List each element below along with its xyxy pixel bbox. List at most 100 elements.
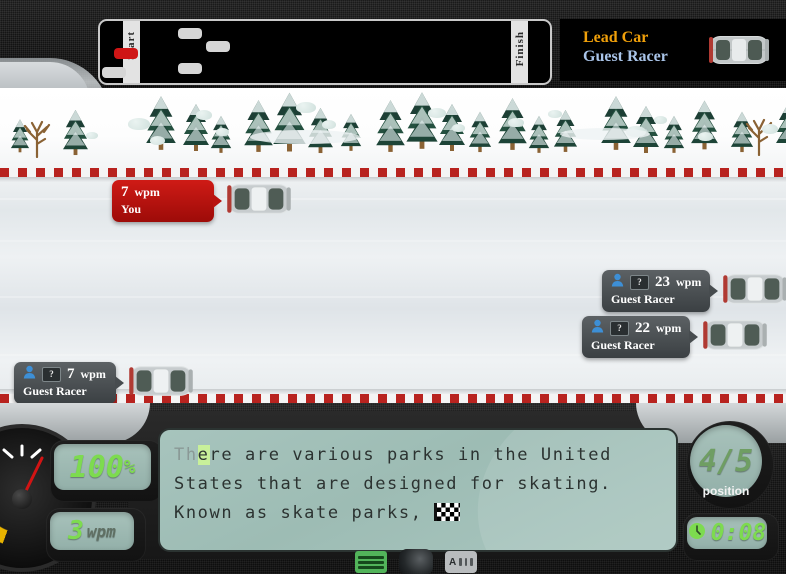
pine-tree-icon xyxy=(600,94,632,156)
minimap-marker-racer-d xyxy=(102,67,126,78)
snow-rock-icon xyxy=(216,128,229,136)
snow-rock-icon xyxy=(762,124,778,134)
snow-rock-icon xyxy=(296,102,316,113)
position-label: position xyxy=(702,484,750,498)
racer-badge: 7 wpm You xyxy=(112,180,222,222)
accuracy-pod: 100% xyxy=(50,440,163,502)
typing-text: There are various parks in the United St… xyxy=(160,430,676,539)
racer-name: Guest Racer xyxy=(611,292,675,306)
car-top-view-icon xyxy=(708,33,770,72)
racer-wpm-value: 7 xyxy=(121,184,129,200)
snow-rock-icon xyxy=(196,110,212,120)
timer-display: 0:08 xyxy=(687,517,767,549)
clock-icon xyxy=(688,522,706,545)
racer-badge: ? 7 wpm Guest Racer xyxy=(14,362,124,404)
racer-you: 7 wpm You xyxy=(112,180,292,222)
minimap-marker-racer-a xyxy=(178,28,202,39)
racer-badge-row: ? 7 wpm xyxy=(23,365,107,384)
pine-tree-icon xyxy=(62,108,89,161)
lead-car-title: Lead Car xyxy=(583,29,649,46)
wpm-unit: wpm xyxy=(86,521,116,541)
snow-rock-icon xyxy=(452,124,465,132)
racer-badge-row: ? 22 wpm xyxy=(591,319,682,338)
minimap-marker-racer-c xyxy=(178,63,202,74)
snow-rock-icon xyxy=(698,132,713,141)
racer-name: Guest Racer xyxy=(591,338,655,352)
racer-guest-2: ? 22 wpm Guest Racer xyxy=(582,316,768,358)
pine-tree-icon xyxy=(375,98,406,158)
person-icon xyxy=(591,319,604,338)
racer-car-icon xyxy=(128,363,194,404)
unknown-flag-icon: ? xyxy=(610,321,629,336)
timer-pod: 0:08 xyxy=(683,513,779,561)
snow-rock-icon xyxy=(150,136,165,145)
lead-car-panel: Lead Car Guest Racer xyxy=(560,19,786,81)
position-value: 4/5 xyxy=(698,443,754,479)
minimap-finish-label: Finish xyxy=(514,31,526,67)
wpm-pod: 3 wpm xyxy=(46,508,146,562)
minimap-marker-racer-b xyxy=(206,41,230,52)
pine-tree-icon xyxy=(405,90,439,155)
snow-rock-icon xyxy=(508,118,524,127)
typing-text-box[interactable]: There are various parks in the United St… xyxy=(158,428,678,552)
lead-car-racer-name: Guest Racer xyxy=(583,48,668,65)
keyboard-gray-icon[interactable]: A xyxy=(445,551,477,573)
wpm-display: 3 wpm xyxy=(50,512,134,550)
dashboard-toolbar: A xyxy=(355,549,477,574)
typing-race-game: Start Finish Lead Car Guest Racer 7 wpm … xyxy=(0,0,786,574)
racer-wpm-unit: wpm xyxy=(656,321,682,335)
accuracy-display: 100% xyxy=(54,444,151,490)
unknown-flag-icon: ? xyxy=(630,275,649,290)
remaining-text: re are various parks in the United State… xyxy=(174,445,612,523)
cursor-char: e xyxy=(197,445,210,465)
checkered-flag-icon xyxy=(434,503,461,521)
pine-tree-icon xyxy=(468,110,492,158)
person-icon xyxy=(611,273,624,292)
pine-tree-icon xyxy=(243,98,274,158)
unknown-flag-icon: ? xyxy=(42,367,61,382)
accuracy-unit: % xyxy=(123,456,136,478)
racer-wpm-unit: wpm xyxy=(80,367,106,381)
racer-wpm-unit: wpm xyxy=(676,275,702,289)
curb-top xyxy=(0,168,786,177)
pine-tree-icon xyxy=(210,114,232,159)
racer-car-icon xyxy=(722,271,786,312)
race-minimap: Start Finish xyxy=(98,19,552,85)
snow-rock-icon xyxy=(86,132,98,139)
pine-tree-icon xyxy=(690,98,719,156)
snow-rock-icon xyxy=(654,116,667,124)
minimap-marker-you xyxy=(114,48,138,59)
snow-rock-icon xyxy=(128,118,150,130)
typed-text: Th xyxy=(174,445,198,465)
snow-patch xyxy=(560,128,650,140)
racer-guest-3: ? 7 wpm Guest Racer xyxy=(14,362,194,404)
speedometer-hub xyxy=(12,489,32,509)
racer-wpm-value: 7 xyxy=(67,366,75,382)
pine-tree-icon xyxy=(528,114,550,159)
snow-rock-icon xyxy=(548,110,562,118)
accuracy-value: 100 xyxy=(69,449,124,485)
person-icon xyxy=(23,365,36,384)
wpm-value: 3 xyxy=(68,516,84,546)
racer-wpm-value: 22 xyxy=(635,320,650,336)
pine-tree-icon xyxy=(272,90,307,158)
snow-rock-icon xyxy=(322,120,336,129)
racer-wpm-value: 23 xyxy=(655,274,670,290)
snow-rock-icon xyxy=(428,108,446,118)
racer-guest-1: ? 23 wpm Guest Racer xyxy=(602,270,786,312)
bare-tree-icon xyxy=(742,108,776,161)
racer-wpm-unit: wpm xyxy=(134,185,160,199)
racer-badge-row: ? 23 wpm xyxy=(611,273,702,292)
keyboard-green-icon[interactable] xyxy=(355,551,387,573)
racer-badge: ? 22 wpm Guest Racer xyxy=(582,316,699,358)
gearshift-knob-icon[interactable] xyxy=(399,549,433,574)
racer-badge-row: 7 wpm xyxy=(121,184,205,201)
timer-value: 0:08 xyxy=(710,520,767,546)
racer-car-icon xyxy=(702,317,768,358)
racer-badge: ? 23 wpm Guest Racer xyxy=(602,270,719,312)
racer-name: Guest Racer xyxy=(23,384,87,398)
snow-patch xyxy=(250,130,360,144)
racer-name: You xyxy=(121,202,142,216)
lead-car-text: Lead Car Guest Racer xyxy=(583,28,668,66)
racer-car-icon xyxy=(226,181,292,222)
